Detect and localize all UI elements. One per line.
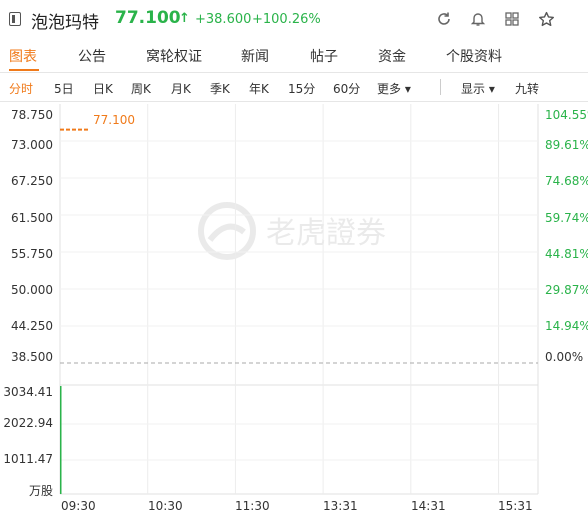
pct-tick: 59.74%: [545, 211, 588, 225]
price-tick: 67.250: [11, 174, 53, 188]
volume-unit: 万股: [28, 484, 53, 498]
time-tick: 09:30: [61, 499, 96, 513]
time-tick: 10:30: [148, 499, 183, 513]
time-tick: 11:30: [235, 499, 270, 513]
price-tick: 61.500: [11, 211, 53, 225]
volume-bar: [60, 386, 62, 494]
pct-tick: 0.00%: [545, 350, 584, 364]
time-tick: 15:31: [498, 499, 533, 513]
volume-bars: [60, 386, 62, 494]
pct-tick: 104.55%: [545, 108, 588, 122]
watermark-text: 老虎證券: [266, 216, 386, 251]
pct-tick: 29.87%: [545, 283, 588, 297]
volume-tick: 2022.94: [3, 416, 53, 430]
watermark-logo: [198, 202, 256, 260]
price-tick: 38.500: [11, 350, 53, 364]
time-tick: 14:31: [411, 499, 446, 513]
time-tick: 13:31: [323, 499, 358, 513]
last-price-marker-label: 77.100: [93, 113, 135, 127]
volume-tick: 1011.47: [3, 452, 53, 466]
price-tick: 73.000: [11, 138, 53, 152]
pct-tick: 14.94%: [545, 319, 588, 333]
pct-tick: 89.61%: [545, 138, 588, 152]
price-tick: 55.750: [11, 247, 53, 261]
price-tick: 78.750: [11, 108, 53, 122]
chart-grid: [59, 104, 539, 495]
pct-tick: 74.68%: [545, 174, 588, 188]
volume-tick: 3034.41: [3, 385, 53, 399]
intraday-chart[interactable]: 老虎證券: [0, 0, 588, 523]
price-tick: 44.250: [11, 319, 53, 333]
price-tick: 50.000: [11, 283, 53, 297]
pct-tick: 44.81%: [545, 247, 588, 261]
